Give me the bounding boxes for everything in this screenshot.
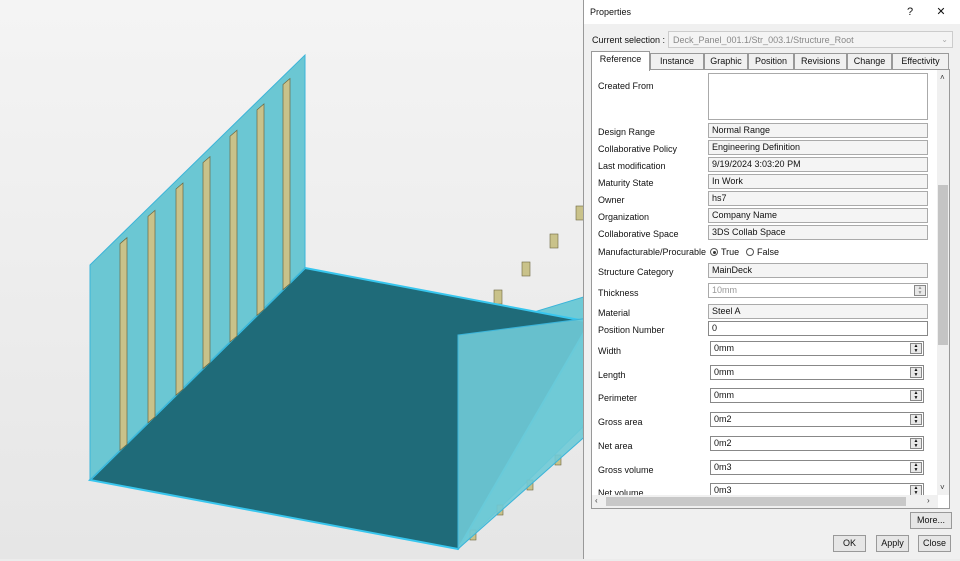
- width-field[interactable]: 0mm ▲ ▼: [710, 341, 924, 356]
- spinner-icon[interactable]: ▲ ▼: [910, 366, 922, 378]
- close-icon[interactable]: ✕: [930, 3, 952, 21]
- gross-area-label: Gross area: [598, 417, 643, 428]
- tab-change[interactable]: Change: [847, 53, 892, 70]
- organization-label: Organization: [598, 212, 650, 222]
- tab-instance[interactable]: Instance: [650, 53, 704, 70]
- stiffener: [119, 236, 128, 452]
- perimeter-label: Perimeter: [598, 393, 638, 404]
- radio-true-label: True: [721, 247, 740, 257]
- net-area-label: Net area: [598, 440, 633, 451]
- stiffener: [521, 261, 531, 277]
- tab-revisions[interactable]: Revisions: [794, 53, 847, 70]
- stiffener: [202, 155, 211, 370]
- ok-button[interactable]: OK: [833, 535, 866, 552]
- scroll-left-icon[interactable]: ‹: [595, 496, 598, 505]
- stiffener: [175, 182, 184, 396]
- scroll-right-icon[interactable]: ›: [927, 496, 930, 505]
- collaborative-policy-label: Collaborative Policy: [598, 144, 678, 154]
- last-modification-label: Last modification: [598, 161, 666, 171]
- scroll-down-icon[interactable]: ˅: [940, 483, 945, 492]
- spinner-icon[interactable]: ▲ ▼: [910, 461, 922, 473]
- gross-volume-field[interactable]: 0m3 ▲ ▼: [710, 459, 924, 475]
- collaborative-policy-field[interactable]: Engineering Definition: [708, 140, 928, 155]
- material-field[interactable]: Steel A: [708, 304, 928, 319]
- gross-area-value: 0m2: [714, 414, 732, 425]
- structure-category-field[interactable]: MainDeck: [708, 263, 928, 278]
- dialog-title: Properties: [590, 7, 632, 17]
- width-label: Width: [598, 346, 622, 356]
- spinner-icon[interactable]: ▲ ▼: [910, 437, 922, 449]
- collaborative-space-label: Collaborative Space: [598, 229, 679, 239]
- created-from-label: Created From: [598, 81, 654, 91]
- net-area-value: 0m2: [714, 437, 732, 448]
- gross-volume-value: 0m3: [714, 461, 732, 472]
- thickness-label: Thickness: [598, 288, 639, 298]
- maturity-state-field[interactable]: In Work: [708, 174, 928, 189]
- design-range-label: Design Range: [598, 127, 656, 137]
- net-volume-value: 0m3: [714, 485, 732, 496]
- position-number-label: Position Number: [598, 325, 665, 335]
- properties-dialog: Properties ? ✕ Current selection : Deck_…: [583, 0, 960, 559]
- design-range-field[interactable]: Normal Range: [708, 123, 928, 138]
- more-button[interactable]: More...: [910, 512, 952, 529]
- length-label: Length: [598, 369, 626, 380]
- stiffener: [549, 233, 559, 249]
- stiffener: [256, 103, 265, 317]
- width-value: 0mm: [714, 343, 734, 353]
- maturity-state-label: Maturity State: [598, 178, 654, 188]
- perimeter-field[interactable]: 0mm ▲ ▼: [710, 388, 924, 404]
- structure-category-label: Structure Category: [598, 267, 674, 277]
- help-button[interactable]: ?: [899, 3, 921, 21]
- scroll-up-icon[interactable]: ˄: [940, 73, 945, 82]
- created-from-field[interactable]: [708, 73, 928, 120]
- title-bar[interactable]: Properties ? ✕: [584, 0, 960, 24]
- tab-position[interactable]: Position: [748, 53, 794, 70]
- chevron-down-icon: ⌄: [941, 35, 948, 44]
- material-label: Material: [598, 308, 631, 318]
- tab-graphic[interactable]: Graphic: [704, 53, 748, 70]
- last-modification-field[interactable]: 9/19/2024 3:03:20 PM: [708, 157, 928, 172]
- thickness-value: 10mm: [712, 285, 738, 295]
- net-area-field[interactable]: 0m2 ▲ ▼: [710, 435, 924, 451]
- stiffener: [282, 77, 291, 291]
- close-button[interactable]: Close: [918, 535, 951, 552]
- gross-area-field[interactable]: 0m2 ▲ ▼: [710, 412, 924, 428]
- horizontal-scroll-thumb[interactable]: [606, 497, 906, 506]
- perimeter-value: 0mm: [714, 390, 734, 401]
- current-selection-dropdown[interactable]: Deck_Panel_001.1/Str_003.1/Structure_Roo…: [668, 31, 953, 48]
- spinner-icon[interactable]: ▲ ▼: [910, 414, 922, 426]
- spinner-icon[interactable]: ▲ ▼: [910, 390, 922, 402]
- stiffener: [147, 209, 156, 424]
- radio-true[interactable]: True: [710, 247, 739, 257]
- owner-field[interactable]: hs7: [708, 191, 928, 206]
- spinner-icon[interactable]: ▲ ▼: [910, 343, 922, 354]
- radio-false-icon: [746, 248, 754, 256]
- length-field[interactable]: 0mm ▲ ▼: [710, 364, 924, 380]
- radio-false-label: False: [757, 247, 780, 257]
- owner-label: Owner: [598, 195, 625, 205]
- current-selection-label: Current selection :: [592, 35, 666, 45]
- stiffener: [229, 129, 238, 343]
- right-wall: [457, 317, 591, 551]
- position-number-field[interactable]: 0: [708, 321, 928, 336]
- spinner-icon[interactable]: ▲ ▼: [914, 285, 926, 296]
- collaborative-space-field[interactable]: 3DS Collab Space: [708, 225, 928, 240]
- gross-volume-label: Gross volume: [598, 464, 654, 475]
- vertical-scroll-thumb[interactable]: [938, 185, 948, 345]
- thickness-field[interactable]: 10mm ▲ ▼: [708, 283, 928, 298]
- tab-reference[interactable]: Reference: [591, 51, 650, 71]
- current-selection-value: Deck_Panel_001.1/Str_003.1/Structure_Roo…: [673, 35, 854, 45]
- organization-field[interactable]: Company Name: [708, 208, 928, 223]
- tab-effectivity[interactable]: Effectivity: [892, 53, 949, 70]
- apply-button[interactable]: Apply: [876, 535, 909, 552]
- reference-panel: Created From Design Range Normal Range Col…: [591, 69, 950, 509]
- horizontal-scrollbar[interactable]: ‹ ›: [592, 495, 938, 508]
- length-value: 0mm: [714, 366, 734, 377]
- radio-false[interactable]: False: [746, 247, 779, 257]
- radio-true-icon: [710, 248, 718, 256]
- stiffener: [493, 289, 503, 305]
- manufacturable-label: Manufacturable/Procurable: [598, 247, 707, 257]
- vertical-scrollbar[interactable]: ˄ ˅: [937, 70, 949, 495]
